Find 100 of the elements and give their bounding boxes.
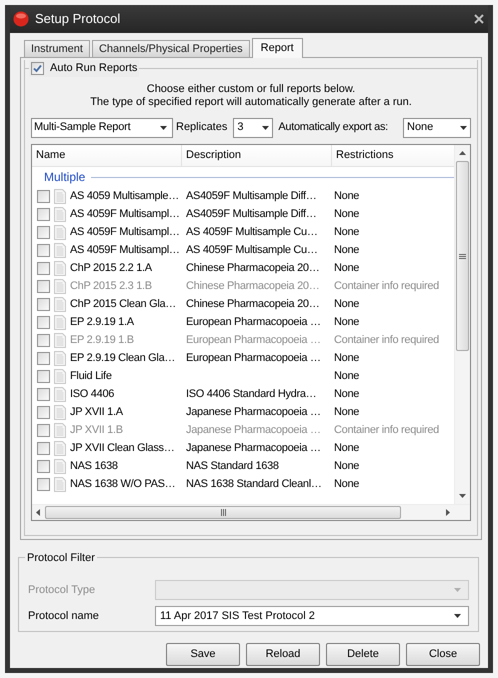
list-row[interactable]: AS 4059F Multisampl… AS 4059F Multisample Cu… None xyxy=(32,241,454,259)
table-cell: European Pharmacopoeia … xyxy=(186,352,321,364)
table-cell-text: None xyxy=(333,458,360,474)
instruction-text: The type of specified report will automatically generate after a run. xyxy=(90,96,412,109)
replicates-label: Replicates xyxy=(176,120,228,136)
row-checkbox[interactable] xyxy=(37,460,50,472)
table-cell-text: None xyxy=(333,188,360,204)
list-row[interactable]: JP XVII 1.A Japanese Pharmacopoeia … None xyxy=(32,403,454,421)
list-row[interactable]: ChP 2015 2.2 1.A Chinese Pharmacopeia 20… None xyxy=(32,259,454,277)
replicates-dropdown[interactable]: 3 xyxy=(233,118,274,138)
field-label: Protocol name xyxy=(28,608,100,624)
document-icon xyxy=(54,278,66,294)
row-checkbox[interactable] xyxy=(37,262,50,274)
list-row[interactable]: AS 4059F Multisampl… AS 4059F Multisample Cu… None xyxy=(32,223,454,241)
export-dropdown[interactable]: None xyxy=(403,118,471,138)
document-icon xyxy=(54,314,66,330)
row-checkbox[interactable] xyxy=(37,208,50,220)
table-cell-text: ChP 2015 2.3 1.B xyxy=(70,278,152,294)
table-cell-text: None xyxy=(333,296,360,312)
list-row[interactable]: Fluid Life None xyxy=(32,367,454,385)
table-cell: Japanese Pharmacopoeia … xyxy=(186,442,321,454)
window-title: Setup Protocol xyxy=(35,10,122,28)
dialog-button[interactable]: Save xyxy=(166,643,240,666)
dropdown[interactable]: 11 Apr 2017 SIS Test Protocol 2 xyxy=(155,606,469,626)
table-cell: AS4059F Multisample Diff… xyxy=(186,190,316,202)
table-cell: NAS 1638 Standard Cleanl… xyxy=(186,478,322,490)
table-cell: Chinese Pharmacopeia 20… xyxy=(186,262,320,274)
dropdown-arrow-icon xyxy=(160,126,167,130)
checkbox[interactable] xyxy=(31,62,44,75)
table-cell-text: None xyxy=(333,206,360,222)
scrollbar-thumb[interactable] xyxy=(456,161,469,351)
list-row[interactable]: JP XVII Clean Glass… Japanese Pharmacopoeia … None xyxy=(32,439,454,457)
row-checkbox[interactable] xyxy=(37,190,50,202)
row-checkbox[interactable] xyxy=(37,316,50,328)
row-checkbox[interactable] xyxy=(37,478,50,490)
document-icon xyxy=(54,404,66,420)
table-cell: NAS Standard 1638 xyxy=(186,460,279,472)
field-label: Protocol Type xyxy=(28,582,96,598)
table-cell-text: ChP 2015 Clean Gla… xyxy=(70,296,176,312)
column-header[interactable]: Description xyxy=(182,145,332,166)
list-row[interactable]: AS 4059 Multisample… AS4059F Multisample Diff… None xyxy=(32,187,454,205)
table-cell-text: EP 2.9.19 1.A xyxy=(70,314,134,330)
row-checkbox[interactable] xyxy=(37,406,50,418)
column-header[interactable]: Restrictions xyxy=(332,145,454,166)
dropdown-arrow-icon xyxy=(454,588,461,592)
scroll-up-icon[interactable] xyxy=(459,151,466,155)
list-row[interactable]: ISO 4406 ISO 4406 Standard Hydra… None xyxy=(32,385,454,403)
table-cell-text: None xyxy=(333,314,360,330)
table-cell-text: Container info required xyxy=(333,332,440,348)
document-icon xyxy=(54,458,66,474)
table-cell-text: AS 4059F Multisampl… xyxy=(70,224,180,240)
list-row[interactable]: NAS 1638 NAS Standard 1638 None xyxy=(32,457,454,475)
tab[interactable]: Channels/Physical Properties xyxy=(92,40,250,57)
row-checkbox[interactable] xyxy=(37,244,50,256)
list-row[interactable]: ChP 2015 Clean Gla… Chinese Pharmacopeia 20… None xyxy=(32,295,454,313)
scroll-right-icon[interactable] xyxy=(446,509,450,516)
row-checkbox[interactable] xyxy=(37,298,50,310)
group-header: Multiple xyxy=(44,169,86,186)
document-icon xyxy=(54,386,66,402)
scroll-left-icon[interactable] xyxy=(36,509,40,516)
table-cell: AS 4059F Multisample Cu… xyxy=(186,226,318,238)
report-type-dropdown[interactable]: Multi-Sample Report xyxy=(31,118,173,138)
table-cell-text: Container info required xyxy=(333,278,440,294)
row-checkbox[interactable] xyxy=(37,352,50,364)
table-cell: AS 4059F Multisample Cu… xyxy=(186,244,318,256)
horizontal-scrollbar[interactable] xyxy=(32,504,470,520)
dialog-button[interactable]: Close xyxy=(406,643,480,666)
table-cell-text: None xyxy=(333,368,360,384)
tab[interactable]: Instrument xyxy=(24,40,90,57)
row-checkbox[interactable] xyxy=(37,442,50,454)
close-icon[interactable] xyxy=(474,14,484,24)
export-label: Automatically export as: xyxy=(278,120,388,136)
document-icon xyxy=(54,350,66,366)
column-header[interactable]: Name xyxy=(32,145,182,166)
scrollbar-thumb[interactable] xyxy=(45,506,401,519)
table-cell-text: EP 2.9.19 Clean Gla… xyxy=(70,350,176,366)
vertical-scrollbar[interactable] xyxy=(454,145,470,504)
row-checkbox[interactable] xyxy=(37,388,50,400)
table-cell: Chinese Pharmacopeia 20… xyxy=(186,298,320,310)
table-cell-text: None xyxy=(333,476,360,492)
list-row[interactable]: NAS 1638 W/O PAS… NAS 1638 Standard Cleanl… None xyxy=(32,475,454,493)
table-cell: ISO 4406 Standard Hydra… xyxy=(186,388,316,400)
row-checkbox[interactable] xyxy=(37,226,50,238)
document-icon xyxy=(54,242,66,258)
dialog-button[interactable]: Delete xyxy=(326,643,400,666)
row-checkbox[interactable] xyxy=(37,370,50,382)
table-cell-text: NAS 1638 xyxy=(70,458,118,474)
document-icon xyxy=(54,422,66,438)
list-row[interactable]: EP 2.9.19 Clean Gla… European Pharmacopoeia … None xyxy=(32,349,454,367)
tab[interactable]: Report xyxy=(252,38,303,58)
table-cell-text: Fluid Life xyxy=(70,368,112,384)
table-cell-text: EP 2.9.19 1.B xyxy=(70,332,134,348)
document-icon xyxy=(54,224,66,240)
list-row[interactable]: EP 2.9.19 1.A European Pharmacopoeia … None xyxy=(32,313,454,331)
dialog-button[interactable]: Reload xyxy=(246,643,320,666)
table-cell-text: JP XVII 1.A xyxy=(70,404,123,420)
scroll-down-icon[interactable] xyxy=(459,494,466,498)
table-cell-text: AS 4059 Multisample… xyxy=(70,188,179,204)
list-row[interactable]: AS 4059F Multisampl… AS4059F Multisample Diff… None xyxy=(32,205,454,223)
table-cell: AS4059F Multisample Diff… xyxy=(186,208,316,220)
